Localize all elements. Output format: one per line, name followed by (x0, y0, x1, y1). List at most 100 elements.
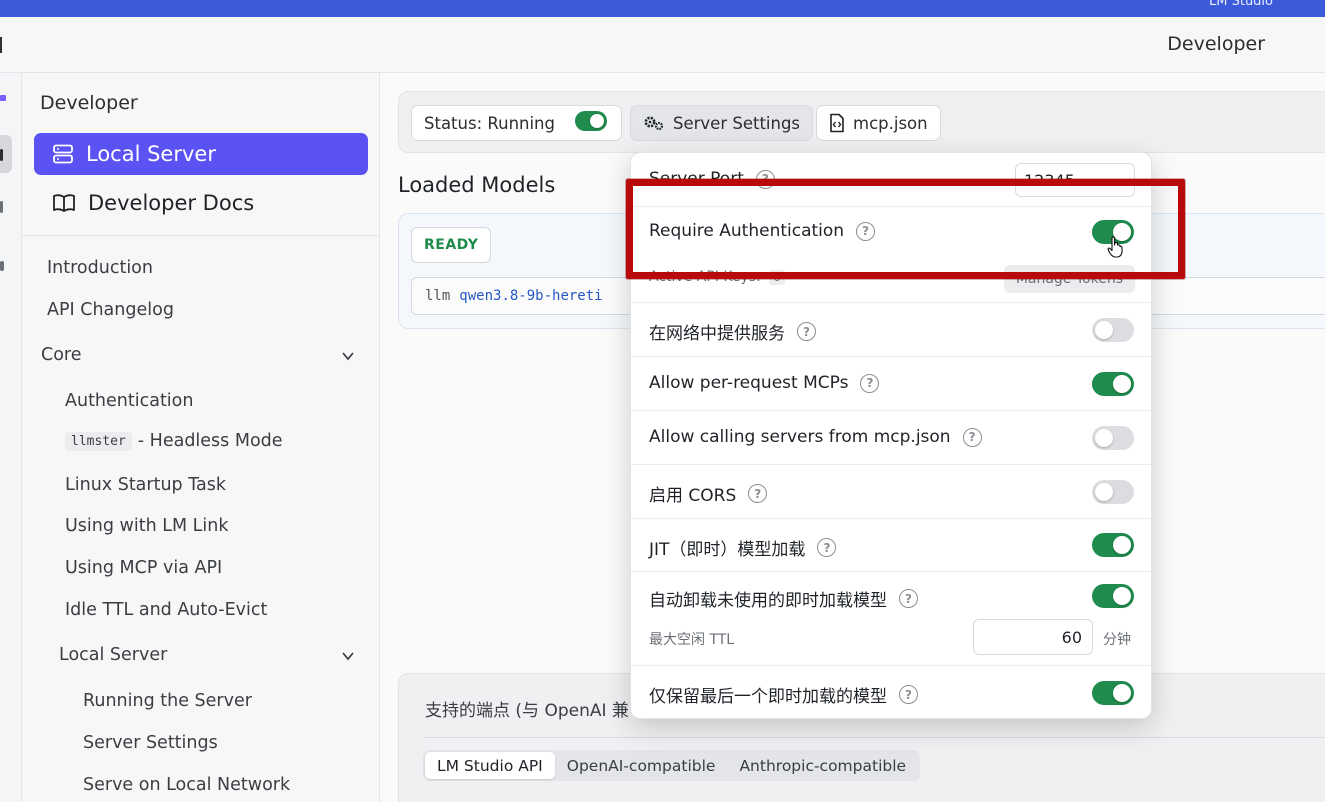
require-auth-label: Require Authentication ? (649, 221, 876, 241)
server-port-input[interactable]: 12345 (1015, 163, 1135, 197)
per-request-mcps-toggle[interactable] (1092, 372, 1134, 396)
keep-last-toggle[interactable] (1092, 681, 1134, 705)
server-icon (53, 144, 73, 164)
core-chevron-down-icon[interactable] (342, 350, 354, 362)
calling-servers-label: Allow calling servers from mcp.json ? (649, 427, 982, 447)
per-request-mcps-text: Allow per-request MCPs (649, 373, 849, 393)
cors-help-icon[interactable]: ? (748, 484, 768, 503)
llmster-code: llmster (65, 431, 132, 451)
mcp-json-label: mcp.json (853, 113, 928, 133)
doc-link-authentication[interactable]: Authentication (65, 391, 193, 411)
per-request-mcps-row: Allow per-request MCPs ? (631, 357, 1151, 411)
cors-row: 启用 CORS ? (631, 465, 1151, 519)
auto-unload-row: 自动卸载未使用的即时加载模型 ? 最大空闲 TTL 60 分钟 (631, 572, 1151, 666)
server-toolbar: Status: Running Server Settings mcp.json (398, 91, 1325, 153)
cors-toggle[interactable] (1092, 480, 1134, 504)
loaded-models-title: Loaded Models (398, 173, 556, 197)
endpoints-title: 支持的端点 (与 OpenAI 兼 (425, 701, 629, 721)
model-ready-badge: READY (411, 227, 492, 263)
max-idle-ttl-label: 最大空闲 TTL (649, 632, 735, 648)
page-title: Developer (1167, 33, 1265, 55)
sidebar-divider (22, 235, 380, 236)
gears-icon (644, 116, 664, 131)
nav-local-server[interactable]: Local Server (34, 133, 368, 175)
per-request-mcps-help-icon[interactable]: ? (860, 373, 880, 393)
require-auth-row: Require Authentication ? Active API Keys… (631, 207, 1151, 303)
hand-cursor-icon (1107, 236, 1123, 258)
app-name: LM Studio (1209, 0, 1273, 9)
server-status-toggle[interactable] (575, 111, 607, 131)
models-rail-icon[interactable] (0, 201, 3, 213)
top-header: Developer (0, 17, 1325, 73)
auto-unload-help-icon[interactable]: ? (899, 589, 918, 608)
doc-link-api-changelog[interactable]: API Changelog (47, 300, 174, 320)
serve-network-text: 在网络中提供服务 (649, 324, 785, 344)
file-code-icon (830, 113, 844, 133)
tab-lm-studio-api[interactable]: LM Studio API (425, 752, 555, 779)
doc-link-mcp-api[interactable]: Using MCP via API (65, 558, 222, 578)
jit-row: JIT（即时）模型加载 ? (631, 519, 1151, 572)
serve-network-label: 在网络中提供服务 ? (649, 319, 816, 344)
chat-rail-icon[interactable] (0, 95, 6, 101)
doc-link-introduction[interactable]: Introduction (47, 258, 153, 278)
cors-label: 启用 CORS ? (649, 481, 768, 506)
calling-servers-help-icon[interactable]: ? (962, 427, 982, 447)
sidebar-title: Developer (40, 92, 138, 114)
search-rail-icon[interactable] (0, 261, 4, 271)
cors-text: 启用 CORS (649, 486, 737, 506)
keep-last-help-icon[interactable]: ? (899, 685, 918, 704)
sidebar-toggle-icon[interactable] (0, 37, 2, 53)
server-status-label: Status: Running (424, 113, 555, 133)
auto-unload-text: 自动卸载未使用的即时加载模型 (649, 591, 887, 611)
doc-link-headless-mode[interactable]: llmster - Headless Mode (65, 431, 283, 451)
doc-link-running-server[interactable]: Running the Server (83, 691, 252, 711)
endpoint-tabs: LM Studio API OpenAI-compatible Anthropi… (423, 750, 921, 781)
active-keys-count: 0 (768, 269, 786, 285)
tab-openai-compatible[interactable]: OpenAI-compatible (555, 752, 728, 779)
jit-help-icon[interactable]: ? (817, 538, 837, 557)
server-port-row: Server Port ? 12345 (631, 153, 1151, 207)
icon-rail (0, 73, 22, 802)
server-port-help-icon[interactable]: ? (755, 169, 775, 189)
keep-last-label: 仅保留最后一个即时加载的模型 ? (649, 682, 918, 707)
nav-developer-docs-label: Developer Docs (88, 191, 255, 215)
server-port-text: Server Port (649, 169, 744, 189)
doc-link-linux-startup[interactable]: Linux Startup Task (65, 475, 226, 495)
per-request-mcps-label: Allow per-request MCPs ? (649, 373, 880, 393)
jit-label: JIT（即时）模型加载 ? (649, 535, 837, 560)
active-api-keys: Active API Keys: 0 (649, 269, 786, 285)
require-auth-text: Require Authentication (649, 221, 845, 241)
doc-link-lm-link[interactable]: Using with LM Link (65, 516, 229, 536)
developer-sidebar: Developer Local Server Developer Docs In… (22, 73, 380, 802)
model-identifier: qwen3.8-9b-hereti (459, 288, 603, 304)
serve-network-toggle[interactable] (1092, 318, 1134, 342)
book-icon (53, 194, 75, 212)
serve-network-help-icon[interactable]: ? (797, 322, 816, 341)
active-keys-label: Active API Keys: (649, 269, 761, 285)
jit-toggle[interactable] (1092, 533, 1134, 557)
server-settings-button[interactable]: Server Settings (630, 105, 814, 141)
require-auth-help-icon[interactable]: ? (856, 221, 876, 241)
local-server-chevron-down-icon[interactable] (342, 650, 354, 662)
doc-section-local-server[interactable]: Local Server (59, 645, 167, 665)
calling-servers-toggle[interactable] (1092, 426, 1134, 450)
doc-section-core[interactable]: Core (41, 345, 82, 365)
server-settings-label: Server Settings (673, 113, 801, 133)
server-status-chip[interactable]: Status: Running (411, 105, 622, 141)
nav-developer-docs[interactable]: Developer Docs (52, 185, 254, 221)
command-prefix: llm (425, 288, 451, 304)
manage-tokens-button[interactable]: Manage Tokens (1003, 265, 1135, 293)
serve-network-row: 在网络中提供服务 ? (631, 303, 1151, 357)
max-idle-ttl-input[interactable]: 60 (973, 619, 1093, 655)
tab-anthropic-compatible[interactable]: Anthropic-compatible (727, 752, 918, 779)
auto-unload-toggle[interactable] (1092, 584, 1134, 608)
doc-link-server-settings[interactable]: Server Settings (83, 733, 218, 753)
auto-unload-label: 自动卸载未使用的即时加载模型 ? (649, 586, 918, 611)
doc-link-serve-network[interactable]: Serve on Local Network (83, 775, 290, 795)
doc-link-idle-ttl[interactable]: Idle TTL and Auto-Evict (65, 600, 267, 620)
keep-last-text: 仅保留最后一个即时加载的模型 (649, 687, 887, 707)
calling-servers-text: Allow calling servers from mcp.json (649, 427, 951, 447)
mcp-json-button[interactable]: mcp.json (816, 105, 941, 141)
endpoints-divider (425, 737, 1325, 738)
keep-last-row: 仅保留最后一个即时加载的模型 ? (631, 666, 1151, 718)
